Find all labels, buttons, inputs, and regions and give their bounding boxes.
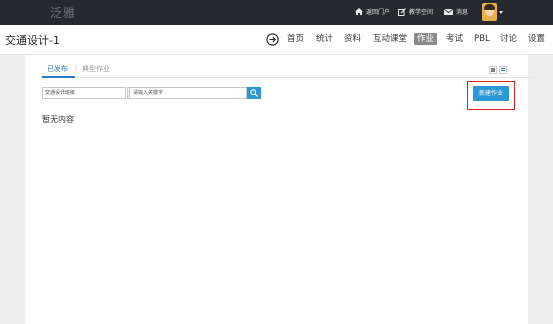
nav-resources[interactable]: 资料 [344, 33, 361, 45]
nav-discussion[interactable]: 讨论 [500, 33, 517, 45]
course-header: 交通设计-1 首页 统计 资料 互动课堂 作业 考试 PBL 讨论 设置 [0, 25, 553, 55]
search-icon [250, 89, 258, 97]
nav-pbl[interactable]: PBL [474, 33, 490, 45]
nav-interactive-class[interactable]: 互动课堂 [373, 33, 407, 45]
nav-assignments[interactable]: 作业 [414, 33, 438, 45]
class-select[interactable]: 交通设计班级 [42, 87, 143, 99]
active-tab-indicator [42, 76, 75, 78]
list-icon [501, 68, 505, 72]
top-bar: 泛雅 返回门户 教学空间 消息 [0, 0, 553, 25]
user-avatar[interactable] [482, 3, 497, 21]
tab-divider [42, 77, 532, 78]
course-title: 交通设计-1 [5, 34, 60, 47]
home-icon [355, 8, 363, 15]
search-placeholder: 请输入关键字 [133, 90, 164, 96]
messages-label: 消息 [456, 9, 469, 16]
mail-icon [444, 8, 453, 15]
nav-exams[interactable]: 考试 [446, 33, 463, 45]
grid-view-button[interactable] [489, 66, 497, 74]
list-view-button[interactable] [499, 66, 507, 74]
tab-separator: | [75, 65, 78, 72]
arrow-circle-icon[interactable] [266, 33, 279, 46]
empty-state-text: 暂无内容 [42, 115, 74, 124]
portal-link-label: 返回门户 [366, 9, 391, 16]
teaching-space-label: 教学空间 [409, 9, 434, 16]
tab-published[interactable]: 已发布 [47, 64, 68, 74]
new-assignment-button[interactable]: 新建作业 [473, 86, 509, 101]
nav-statistics[interactable]: 统计 [316, 33, 333, 45]
class-select-value: 交通设计班级 [45, 90, 76, 96]
teaching-space-link[interactable]: 教学空间 [398, 7, 433, 16]
messages-link[interactable]: 消息 [444, 7, 468, 16]
portal-link[interactable]: 返回门户 [355, 7, 390, 16]
search-button[interactable] [247, 87, 261, 99]
tab-typical-assignments[interactable]: 典型作业 [82, 64, 110, 74]
edit-icon [398, 7, 406, 16]
nav-home[interactable]: 首页 [287, 33, 304, 45]
search-input[interactable]: 请输入关键字 [129, 87, 247, 99]
nav-settings[interactable]: 设置 [528, 33, 545, 45]
brand-logo[interactable]: 泛雅 [50, 4, 76, 21]
grid-icon [491, 68, 495, 72]
chevron-down-icon[interactable] [499, 11, 503, 14]
assignments-panel: 已发布 | 典型作业 交通设计班级 请输入关键字 新建作业 暂无内容 [25, 55, 532, 324]
